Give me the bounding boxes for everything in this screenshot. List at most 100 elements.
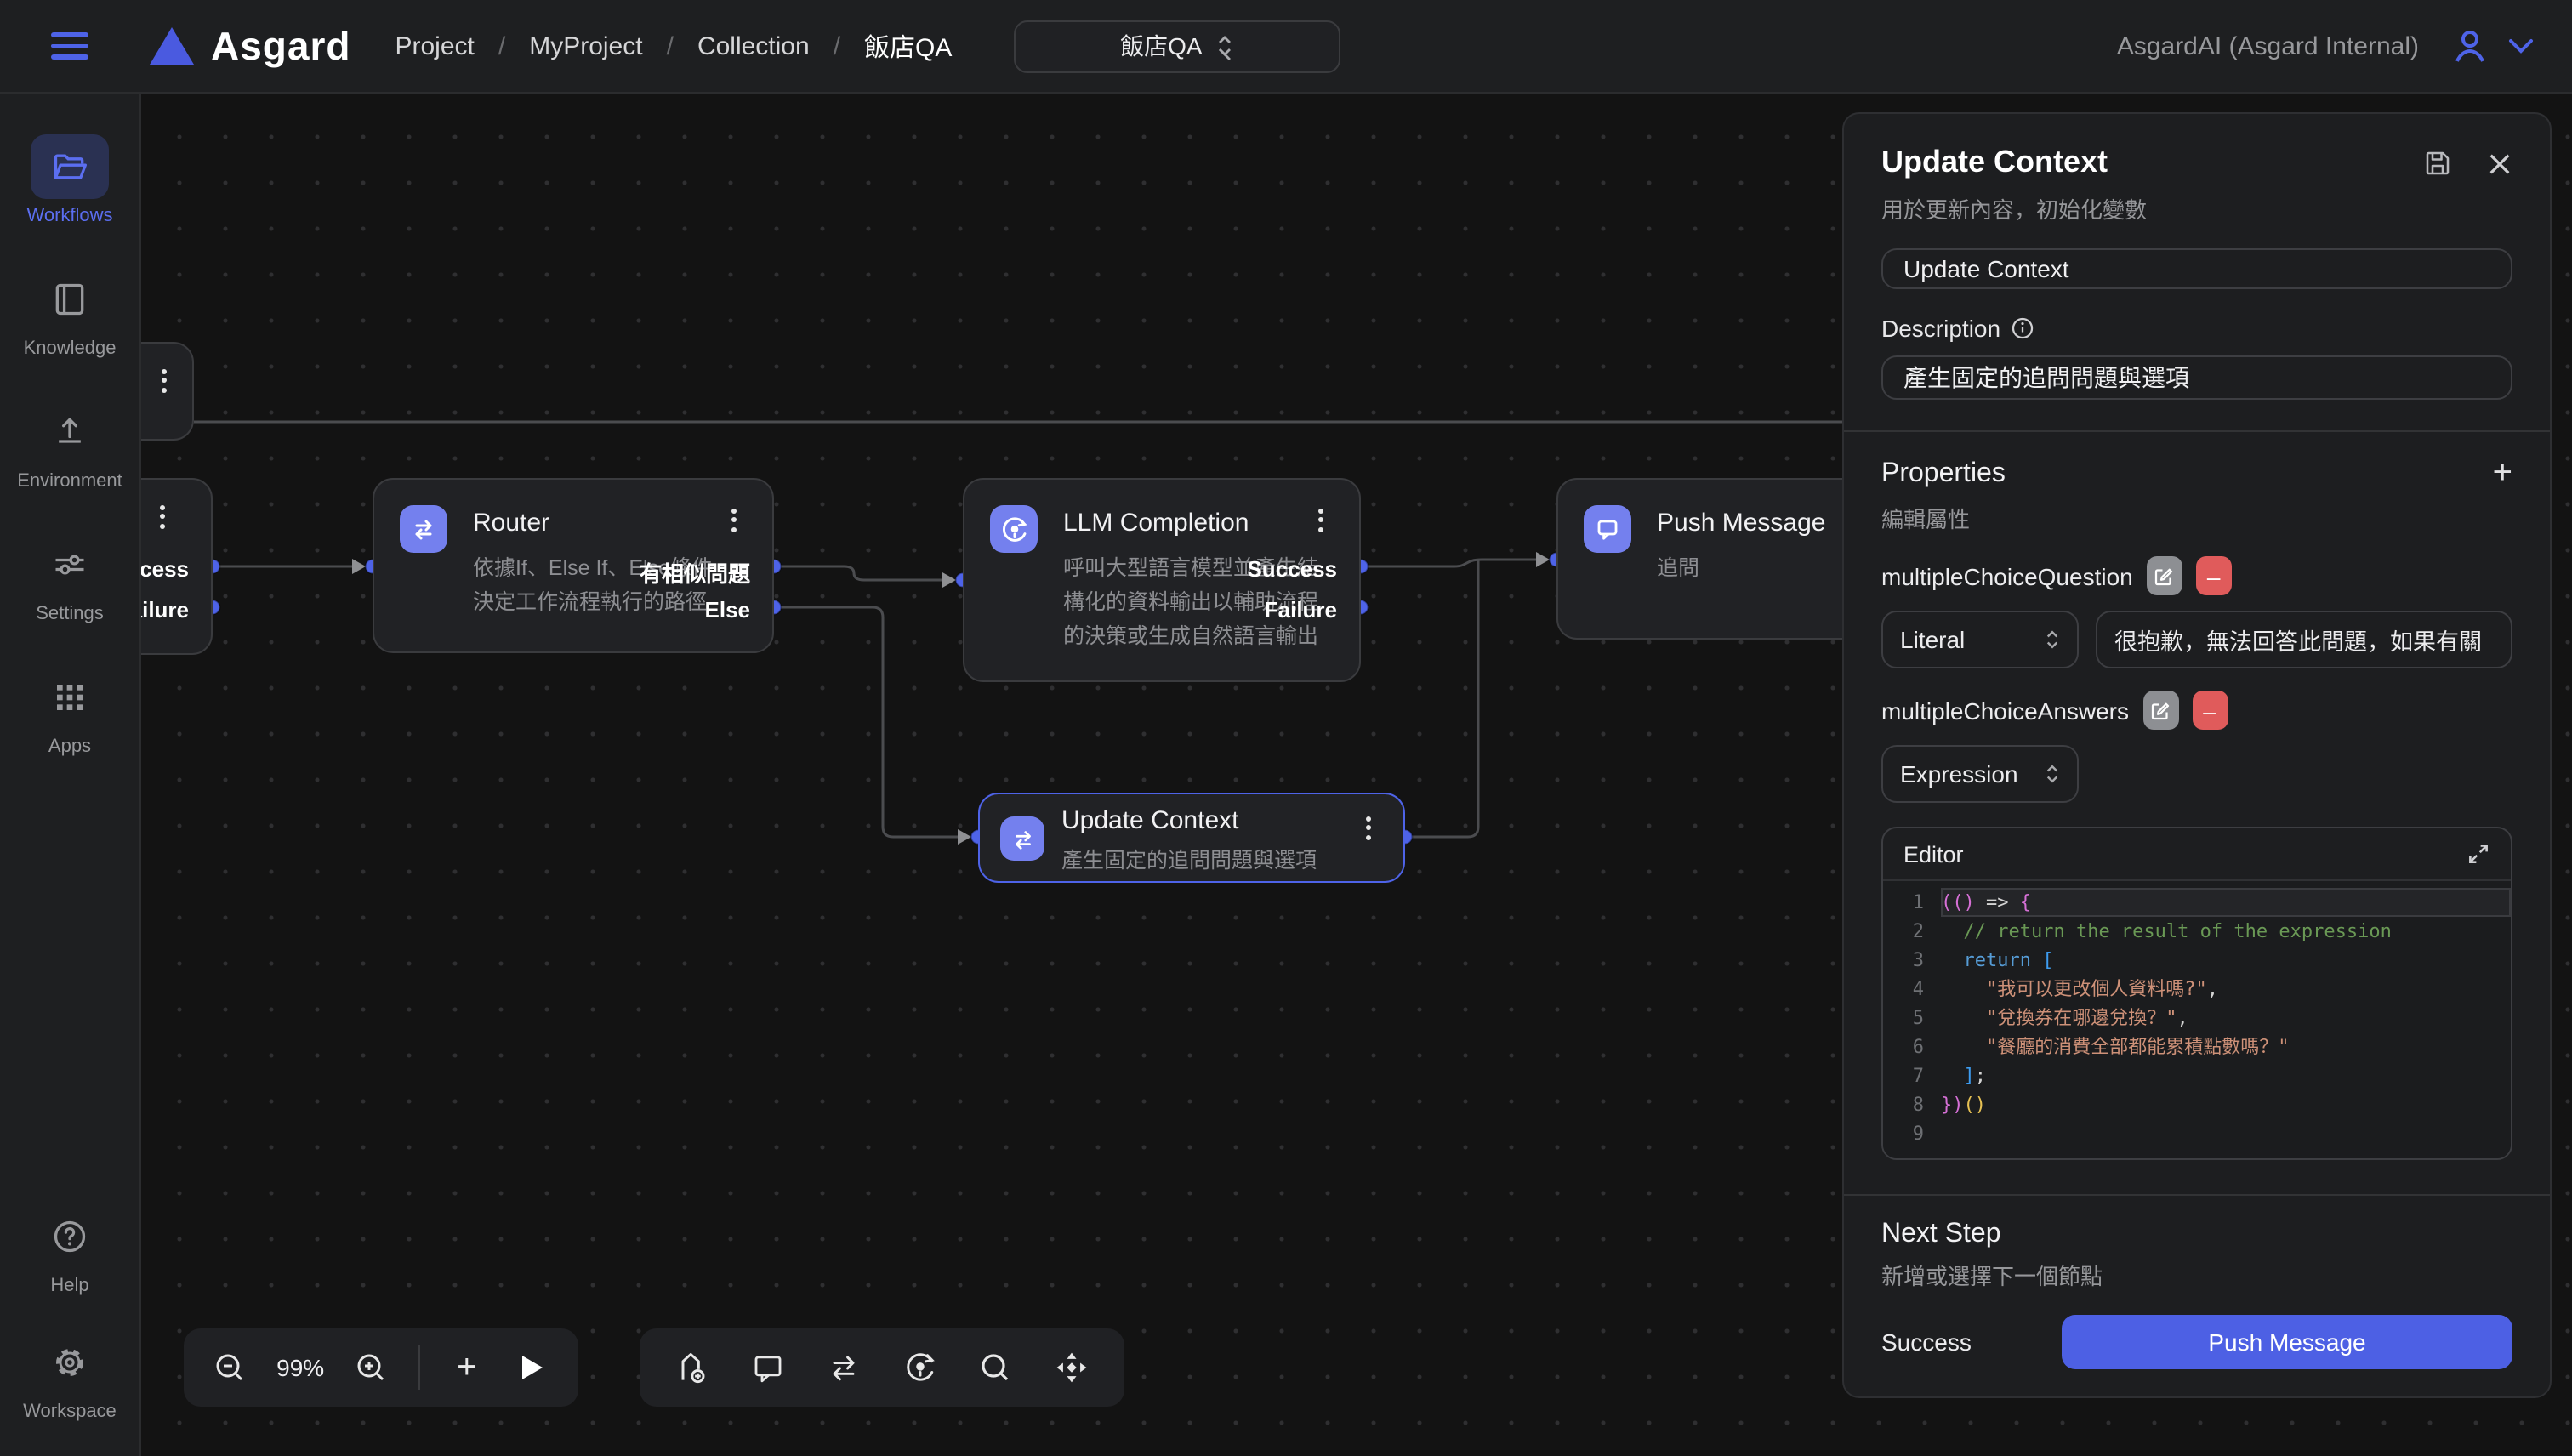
sidebar-label: Knowledge [24, 338, 117, 359]
info-icon [2011, 316, 2034, 340]
hamburger-menu-icon[interactable] [51, 26, 88, 66]
llm-bulb-icon [990, 505, 1038, 553]
breadcrumb-separator: / [834, 31, 840, 60]
swap-arrows-icon[interactable] [815, 1339, 873, 1396]
zoom-out-button[interactable] [201, 1339, 259, 1396]
node-menu-icon[interactable] [150, 500, 174, 532]
move-diamond-icon[interactable] [1043, 1339, 1101, 1396]
upload-icon [51, 413, 88, 451]
edge-arrowhead [1536, 552, 1550, 567]
navbar-right: AsgardAI (Asgard Internal) [2117, 26, 2535, 66]
top-navbar: Asgard Project / MyProject / Collection … [0, 0, 2572, 94]
add-node-tag-icon[interactable] [663, 1339, 721, 1396]
node-title: Push Message [1657, 509, 1825, 537]
edge-router-to-llm [774, 566, 942, 580]
property-value-input[interactable]: 很抱歉，無法回答此問題，如果有關 [2096, 611, 2512, 669]
panel-title: Update Context [1881, 145, 2108, 180]
remove-property-button[interactable]: – [2192, 691, 2228, 731]
zoom-in-button[interactable] [342, 1339, 400, 1396]
sidebar-label: Workspace [23, 1402, 117, 1422]
editor-code[interactable]: (() => { // return the result of the exp… [1941, 889, 2511, 1149]
chevron-updown-icon [1216, 32, 1233, 60]
app-root: Asgard Project / MyProject / Collection … [0, 0, 2572, 1456]
next-step-subtitle: 新增或選擇下一個節點 [1881, 1259, 2512, 1291]
expand-icon[interactable] [2467, 843, 2490, 867]
node-router[interactable]: Router 依據If、Else If、Else條件決定工作流程執行的路徑 有相… [373, 478, 774, 653]
node-partial-top[interactable] [141, 342, 194, 441]
sidebar-item-workflows[interactable]: Workflows [0, 134, 139, 226]
node-palette-toolbar [640, 1328, 1124, 1407]
book-icon [51, 281, 88, 318]
node-config-panel: Update Context 用於更新內容，初始化變數 Update Conte… [1842, 112, 2552, 1398]
llm-bulb-icon[interactable] [891, 1339, 949, 1396]
expression-editor[interactable]: Editor 123456789 (() => { // return the … [1881, 828, 2512, 1161]
output-label-success[interactable]: Success [141, 556, 189, 582]
sidebar-label: Settings [36, 604, 104, 624]
property-name: multipleChoiceQuestion [1881, 563, 2133, 590]
account-chevron-down-icon[interactable] [2507, 37, 2535, 54]
property-type-select[interactable]: Expression [1881, 746, 2079, 804]
close-icon[interactable] [2487, 151, 2512, 176]
breadcrumb-myproject[interactable]: MyProject [529, 31, 642, 60]
node-description-input[interactable]: 產生固定的追問問題與選項 [1881, 355, 2512, 399]
output-label-success[interactable]: Success [1247, 556, 1337, 582]
workflow-selector[interactable]: 飯店QA [1013, 20, 1340, 72]
save-icon[interactable] [2422, 148, 2453, 179]
sidebar-item-knowledge[interactable]: Knowledge [0, 267, 139, 359]
property-name: multipleChoiceAnswers [1881, 697, 2129, 725]
left-sidebar: Workflows Knowledge Environment Settings [0, 94, 141, 1456]
node-description: 追問 [1657, 551, 1699, 585]
breadcrumb-separator: / [498, 31, 505, 60]
sidebar-item-environment[interactable]: Environment [0, 400, 139, 492]
search-icon[interactable] [967, 1339, 1025, 1396]
node-title: Update Context [1061, 806, 1238, 835]
breadcrumb-workflow[interactable]: 飯店QA [864, 28, 952, 64]
edit-property-button[interactable] [2142, 691, 2178, 731]
sidebar-item-settings[interactable]: Settings [0, 532, 139, 624]
description-label: Description [1881, 315, 2512, 342]
breadcrumb-separator: / [667, 31, 674, 60]
run-workflow-button[interactable] [504, 1339, 561, 1396]
node-partial-left[interactable]: Success Failure [141, 478, 213, 655]
sidebar-label: Environment [17, 471, 122, 492]
property-type-select[interactable]: Literal [1881, 611, 2079, 669]
breadcrumb-collection[interactable]: Collection [697, 31, 810, 60]
user-icon[interactable] [2450, 26, 2490, 66]
sidebar-item-apps[interactable]: Apps [0, 665, 139, 757]
node-menu-icon[interactable] [721, 503, 745, 536]
sidebar-item-workspace[interactable]: Workspace [0, 1330, 139, 1422]
edge-arrowhead [352, 559, 366, 574]
node-title: Router [473, 509, 549, 537]
node-menu-icon[interactable] [1356, 811, 1380, 844]
chat-bubble-icon[interactable] [739, 1339, 797, 1396]
output-label-else[interactable]: Else [705, 597, 751, 623]
sliders-icon [51, 546, 88, 583]
node-menu-icon[interactable] [151, 364, 175, 396]
node-update-context[interactable]: Update Context 產生固定的追問問題與選項 [978, 793, 1405, 883]
sidebar-label: Apps [48, 737, 91, 757]
sidebar-label: Workflows [26, 206, 112, 226]
output-label-similar[interactable]: 有相似問題 [640, 556, 750, 589]
add-button[interactable]: + [438, 1339, 496, 1396]
output-label-failure[interactable]: Failure [141, 597, 189, 623]
node-name-input[interactable]: Update Context [1881, 248, 2512, 289]
add-property-button[interactable]: + [2493, 455, 2512, 494]
node-menu-icon[interactable] [1308, 503, 1332, 536]
chevron-updown-icon [2045, 628, 2060, 652]
node-llm-completion[interactable]: LLM Completion 呼叫大型語言模型並產生結構化的資料輸出以輔助流程的… [963, 478, 1361, 682]
breadcrumb: Project / MyProject / Collection / 飯店QA [395, 28, 953, 64]
account-name: AsgardAI (Asgard Internal) [2117, 31, 2419, 60]
panel-subtitle: 用於更新內容，初始化變數 [1881, 192, 2512, 225]
remove-property-button[interactable]: – [2196, 557, 2232, 596]
next-step-target-button[interactable]: Push Message [2062, 1315, 2512, 1369]
edge-arrowhead [958, 829, 971, 845]
node-description-value: 產生固定的追問問題與選項 [1903, 361, 2189, 395]
folder-icon [51, 148, 88, 185]
edge-else-to-update [774, 607, 958, 837]
swap-arrows-icon [1000, 816, 1044, 861]
output-label-failure[interactable]: Failure [1265, 597, 1337, 623]
breadcrumb-project[interactable]: Project [395, 31, 475, 60]
edit-property-button[interactable] [2147, 557, 2182, 596]
zoom-toolbar: 99% + [184, 1328, 578, 1407]
sidebar-item-help[interactable]: Help [0, 1204, 139, 1296]
